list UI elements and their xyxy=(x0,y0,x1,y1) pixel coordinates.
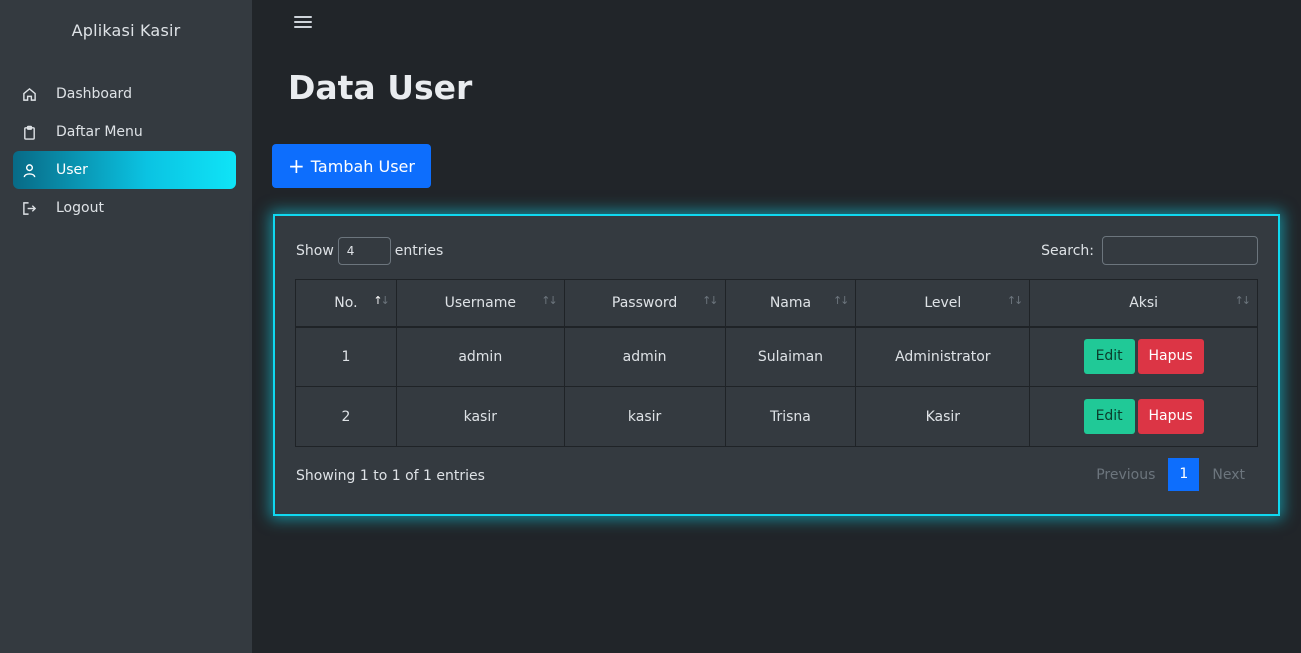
column-header-aksi[interactable]: Aksi ↑↓ xyxy=(1029,279,1258,328)
next-page-button[interactable]: Next xyxy=(1199,467,1258,483)
sidebar-item-user[interactable]: User xyxy=(13,151,236,189)
edit-button[interactable]: Edit xyxy=(1083,399,1135,434)
entries-label: entries xyxy=(394,243,444,259)
hamburger-icon[interactable] xyxy=(294,16,312,34)
show-label: Show xyxy=(296,243,334,259)
delete-button[interactable]: Hapus xyxy=(1137,339,1204,375)
column-header-nama[interactable]: Nama ↑↓ xyxy=(724,279,857,328)
column-header-level[interactable]: Level ↑↓ xyxy=(855,279,1031,328)
sort-icon: ↑↓ xyxy=(832,294,850,307)
sidebar-nav: Dashboard Daftar Menu User Logout xyxy=(13,75,236,227)
cell-username: admin xyxy=(395,326,565,387)
table-row: 2 kasir kasir Trisna Kasir Edit Hapus xyxy=(295,386,1258,447)
user-table: No. ↑↓ Username ↑↓ Password ↑↓ Nama ↑↓ Level… xyxy=(295,279,1258,447)
search-label: Search: xyxy=(1041,242,1094,259)
search-input[interactable] xyxy=(1102,236,1258,265)
cell-nama: Sulaiman xyxy=(724,326,857,387)
delete-button[interactable]: Hapus xyxy=(1137,399,1204,434)
sidebar-item-dashboard[interactable]: Dashboard xyxy=(13,75,236,113)
column-header-password[interactable]: Password ↑↓ xyxy=(563,279,726,328)
cell-username: kasir xyxy=(395,386,565,447)
table-info: Showing 1 to 1 of 1 entries xyxy=(296,468,485,484)
sort-asc-icon: ↑↓ xyxy=(373,294,390,307)
column-header-no[interactable]: No. ↑↓ xyxy=(295,279,397,328)
cell-aksi: Edit Hapus xyxy=(1029,326,1258,387)
sidebar: Aplikasi Kasir Dashboard Daftar Menu Use… xyxy=(0,0,252,653)
cell-no: 1 xyxy=(295,326,397,387)
sidebar-item-label: User xyxy=(56,162,88,178)
cell-no: 2 xyxy=(295,386,397,447)
clipboard-icon xyxy=(21,124,37,140)
home-icon xyxy=(21,86,37,102)
add-user-button[interactable]: + Tambah User xyxy=(272,144,431,188)
sidebar-item-logout[interactable]: Logout xyxy=(13,189,236,227)
sidebar-item-label: Logout xyxy=(56,200,104,216)
sidebar-item-daftar-menu[interactable]: Daftar Menu xyxy=(13,113,236,151)
app-title: Aplikasi Kasir xyxy=(71,21,181,40)
cell-level: Kasir xyxy=(855,386,1031,447)
cell-aksi: Edit Hapus xyxy=(1029,386,1258,447)
cell-level: Administrator xyxy=(855,326,1031,387)
add-user-label: Tambah User xyxy=(310,156,415,176)
sort-icon: ↑↓ xyxy=(702,294,719,307)
cell-password: admin xyxy=(563,326,726,387)
page-title: Data User xyxy=(288,68,473,107)
sort-icon: ↑↓ xyxy=(541,294,558,307)
search-control: Search: xyxy=(1041,236,1258,265)
entries-select[interactable] xyxy=(337,237,391,265)
user-table-card: Show entries Search: No.↑↓ Username↑↓ Pa… xyxy=(273,214,1280,516)
page-1-button[interactable]: 1 xyxy=(1168,458,1200,491)
sidebar-item-label: Daftar Menu xyxy=(56,124,143,140)
table-header-row: No. ↑↓ Username ↑↓ Password ↑↓ Nama ↑↓ Level… xyxy=(295,279,1258,328)
cell-nama: Trisna xyxy=(724,386,857,447)
sort-icon: ↑↓ xyxy=(1234,294,1252,307)
edit-button[interactable]: Edit xyxy=(1083,339,1135,375)
previous-page-button[interactable]: Previous xyxy=(1083,467,1168,483)
plus-icon: + xyxy=(288,154,305,178)
sidebar-item-label: Dashboard xyxy=(56,86,132,102)
cell-password: kasir xyxy=(563,386,726,447)
sort-icon: ↑↓ xyxy=(1006,294,1024,307)
user-icon xyxy=(21,162,37,178)
pagination: Previous 1 Next xyxy=(1083,458,1258,491)
logout-icon xyxy=(21,200,37,216)
column-header-username[interactable]: Username ↑↓ xyxy=(395,279,565,328)
table-row: 1 admin admin Sulaiman Administrator Edi… xyxy=(295,326,1258,387)
entries-length-control: Show entries xyxy=(296,237,443,265)
